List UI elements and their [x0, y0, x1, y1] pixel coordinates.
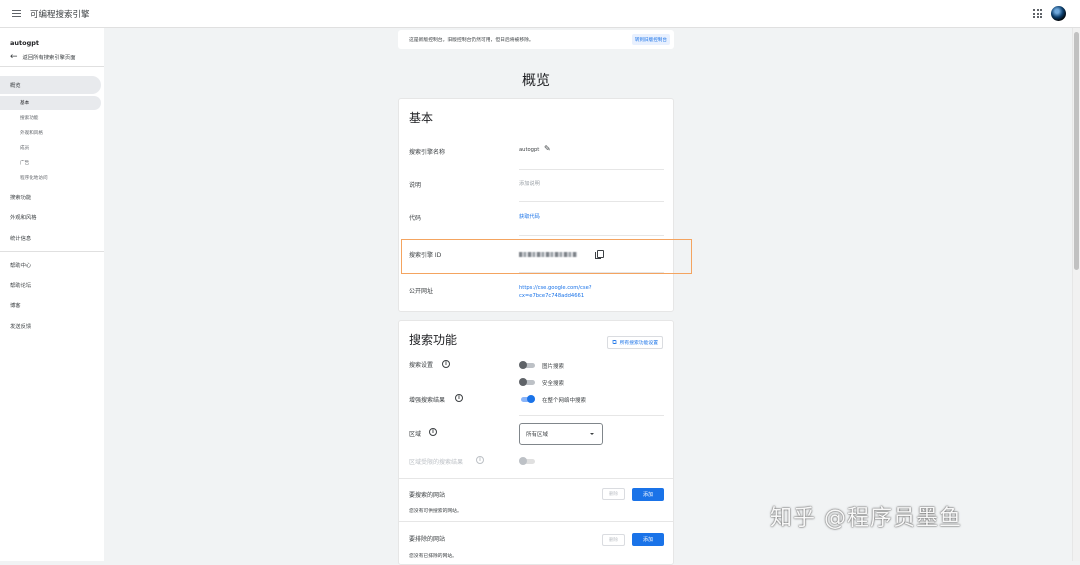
- delete-excluded-site-button: 删除: [602, 534, 625, 546]
- no-sites-to-search-text: 您没有可供搜索的网站。: [409, 509, 462, 514]
- sidebar-subitem-members[interactable]: 成员: [0, 141, 29, 155]
- section-separator: [399, 478, 673, 479]
- avatar[interactable]: [1051, 6, 1066, 21]
- menu-icon[interactable]: [2, 0, 30, 28]
- sidebar-item-send-feedback[interactable]: 发送反馈: [0, 317, 31, 335]
- sidebar: autogpt ← 返回所有搜索引擎页面 概览 基本 搜索功能 外观和风格 成员…: [0, 28, 104, 561]
- sidebar-subitem-search-features[interactable]: 搜索功能: [0, 111, 38, 125]
- add-site-button[interactable]: 添加: [632, 488, 664, 501]
- all-search-settings-label: 所有搜索功能设置: [619, 341, 658, 346]
- page-scrollbar[interactable]: [1072, 28, 1080, 561]
- sidebar-item-look-and-feel[interactable]: 外观和风格: [0, 208, 37, 226]
- sidebar-item-help-forum[interactable]: 帮助论坛: [0, 276, 31, 294]
- whole-web-toggle[interactable]: [519, 395, 535, 403]
- watermark: 知乎 @程序员墨鱼: [770, 506, 962, 531]
- top-app-bar: 可编程搜索引擎: [0, 0, 1080, 28]
- sidebar-project-name: autogpt: [10, 39, 39, 47]
- add-excluded-site-button[interactable]: 添加: [632, 533, 664, 546]
- notice-text: 这是新版控制台。旧版控制台仍然可用，但日后将被移除。: [409, 38, 534, 43]
- region-restricted-label: 区域受限的搜索结果: [409, 459, 464, 466]
- page-title: 概览: [522, 73, 550, 89]
- sidebar-subitem-basic[interactable]: 基本: [0, 96, 101, 110]
- region-select-value: 所有区域: [526, 432, 549, 438]
- sidebar-item-overview[interactable]: 概览: [0, 76, 101, 94]
- public-url-line1: https://cse.google.com/cse?: [519, 285, 592, 291]
- info-icon[interactable]: i: [429, 428, 437, 436]
- row-separator: [519, 201, 664, 202]
- row-separator: [519, 235, 664, 236]
- info-icon[interactable]: i: [442, 360, 450, 368]
- description-label: 说明: [409, 182, 422, 189]
- sidebar-subitem-ads[interactable]: 广告: [0, 156, 29, 170]
- public-url-link[interactable]: https://cse.google.com/cse? cx=e7bce7c74…: [519, 285, 592, 299]
- back-to-all-engines-link[interactable]: ← 返回所有搜索引擎页面: [10, 52, 76, 62]
- scrollbar-thumb[interactable]: [1074, 32, 1079, 270]
- enhance-results-label: 增强搜索结果: [409, 397, 446, 404]
- row-separator: [519, 169, 664, 170]
- arrow-drop-down-icon: [590, 433, 594, 435]
- basic-card: 基本 搜索引擎名称 autogpt ✎ 说明 添加说明 代码 获取代码 搜索引擎…: [398, 98, 674, 312]
- section-separator: [399, 521, 673, 522]
- code-label: 代码: [409, 215, 422, 222]
- edit-pencil-icon[interactable]: ✎: [544, 144, 551, 153]
- engine-name-label: 搜索引擎名称: [409, 149, 446, 156]
- back-label: 返回所有搜索引擎页面: [22, 55, 76, 61]
- sites-to-exclude-label: 要排除的网站: [409, 536, 446, 543]
- search-settings-label: 搜索设置: [409, 362, 434, 369]
- engine-name-value: autogpt: [519, 147, 540, 153]
- safe-search-toggle[interactable]: [519, 378, 535, 386]
- sidebar-item-search-features[interactable]: 搜索功能: [0, 188, 31, 206]
- public-url-label: 公开网址: [409, 288, 434, 295]
- arrow-back-icon: ←: [10, 52, 18, 62]
- whole-web-label: 在整个网络中搜索: [542, 398, 587, 404]
- sidebar-divider: [0, 66, 104, 67]
- apps-grid-icon[interactable]: [1033, 9, 1042, 18]
- basic-card-title: 基本: [409, 111, 434, 125]
- info-icon[interactable]: i: [455, 394, 463, 402]
- go-to-old-console-button[interactable]: 转到旧版控制台: [631, 34, 670, 45]
- region-label: 区域: [409, 431, 422, 438]
- sidebar-subitem-look-and-feel[interactable]: 外观和风格: [0, 126, 43, 140]
- engine-id-highlight-box: [401, 239, 692, 274]
- info-icon: i: [476, 456, 484, 464]
- all-search-settings-button[interactable]: ⧉ 所有搜索功能设置: [607, 336, 663, 349]
- sidebar-item-help-center[interactable]: 帮助中心: [0, 256, 31, 274]
- open-in-new-icon: ⧉: [612, 338, 617, 346]
- new-console-notice: 这是新版控制台。旧版控制台仍然可用，但日后将被移除。 转到旧版控制台: [398, 30, 674, 49]
- image-search-toggle[interactable]: [519, 361, 535, 369]
- sidebar-divider: [0, 251, 104, 252]
- public-url-line2: cx=e7bce7c748add4661: [519, 293, 585, 299]
- add-description-field[interactable]: 添加说明: [519, 180, 540, 187]
- app-title: 可编程搜索引擎: [30, 9, 90, 20]
- sidebar-item-blog[interactable]: 博客: [0, 296, 21, 314]
- sidebar-item-statistics[interactable]: 统计信息: [0, 229, 31, 247]
- region-restricted-toggle: [519, 457, 535, 465]
- sites-to-search-label: 要搜索的网站: [409, 492, 446, 499]
- get-code-link[interactable]: 获取代码: [519, 213, 540, 220]
- image-search-label: 图片搜索: [542, 364, 565, 370]
- safe-search-label: 安全搜索: [542, 381, 565, 387]
- delete-site-button: 删除: [602, 488, 625, 500]
- search-features-card: 搜索功能 ⧉ 所有搜索功能设置 搜索设置 i 图片搜索 安全搜索 增强搜索结果 …: [398, 320, 674, 565]
- region-select[interactable]: 所有区域: [519, 423, 603, 445]
- search-features-title: 搜索功能: [409, 333, 458, 347]
- row-separator: [519, 415, 664, 416]
- sidebar-subitem-programmatic-access[interactable]: 程序化地访问: [0, 171, 48, 185]
- no-excluded-sites-text: 您没有已排除的网站。: [409, 554, 457, 559]
